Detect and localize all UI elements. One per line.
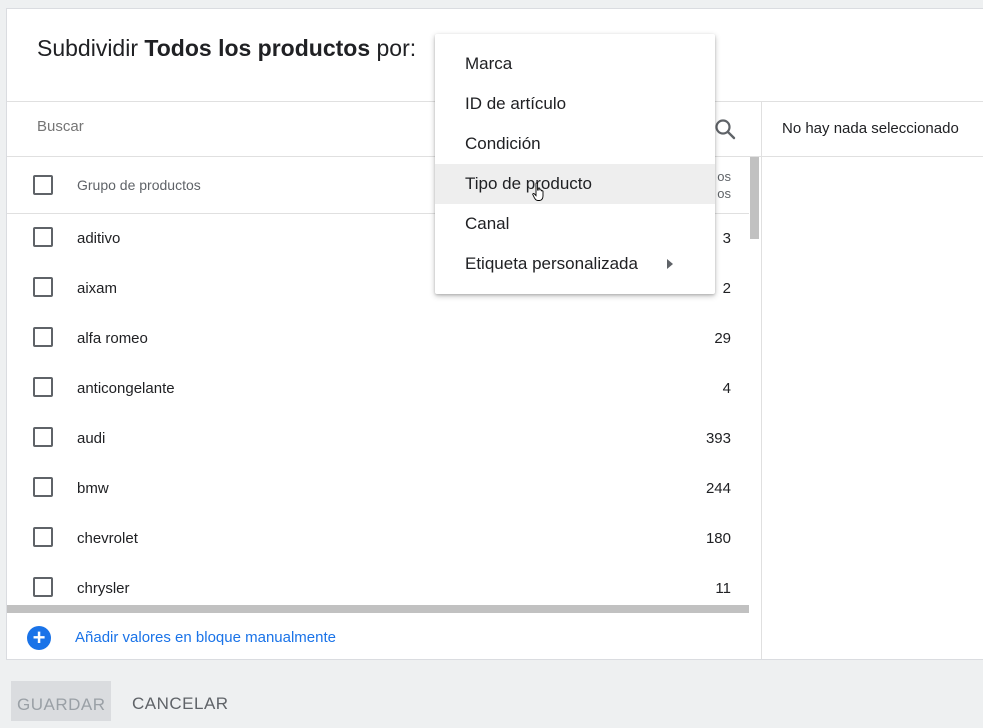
row-count: 3 [722,230,731,247]
row-name: bmw [77,480,109,497]
row-count: 393 [705,430,731,447]
title-bold: Todos los productos [144,35,371,61]
add-values-link[interactable]: Añadir valores en bloque manualmente [75,629,336,646]
row-name: aditivo [77,230,121,247]
header-count: os os [717,168,731,202]
plus-circle-icon[interactable]: + [27,626,51,650]
row-checkbox[interactable] [33,577,53,597]
header-count-line1: os [717,169,731,184]
panel-divider [761,101,762,659]
row-checkbox[interactable] [33,277,53,297]
vertical-scrollbar[interactable] [750,157,759,239]
table-row[interactable]: anticongelante 4 [7,364,749,414]
table-row[interactable]: chrysler 11 [7,564,749,604]
table-row[interactable]: bmw 244 [7,464,749,514]
row-checkbox[interactable] [33,327,53,347]
table-row[interactable]: alfa romeo 29 [7,314,749,364]
header-count-line2: os [717,186,731,201]
menu-item-canal[interactable]: Canal [435,204,715,244]
row-name: chevrolet [77,530,138,547]
row-name: alfa romeo [77,330,148,347]
row-name: audi [77,430,106,447]
row-checkbox[interactable] [33,427,53,447]
search-icon[interactable] [713,117,737,141]
chevron-right-icon [667,259,673,269]
row-name: anticongelante [77,380,175,397]
menu-item-id-articulo[interactable]: ID de artículo [435,84,715,124]
row-name: aixam [77,280,118,297]
row-checkbox[interactable] [33,377,53,397]
dialog-footer: GUARDAR CANCELAR [0,660,983,721]
horizontal-scrollbar[interactable] [7,605,749,613]
table-row[interactable]: chevrolet 180 [7,514,749,564]
selection-panel-header: No hay nada seleccionado [762,101,983,157]
dialog-title: Subdividir Todos los productos por: [37,35,416,62]
empty-selection-text: No hay nada seleccionado [782,120,959,137]
add-values-row: + Añadir valores en bloque manualmente [7,617,761,661]
title-prefix: Subdividir [37,35,145,61]
row-name: chrysler [77,580,130,597]
title-suffix: por: [370,35,417,61]
row-count: 2 [722,280,731,297]
header-product-group: Grupo de productos [77,177,201,193]
subdivide-by-menu: Marca ID de artículo Condición Tipo de p… [435,34,715,294]
save-button[interactable]: GUARDAR [11,681,111,721]
cancel-button[interactable]: CANCELAR [120,681,241,721]
row-checkbox[interactable] [33,477,53,497]
row-count: 29 [714,330,731,347]
menu-item-marca[interactable]: Marca [435,44,715,84]
menu-item-tipo-producto[interactable]: Tipo de producto [435,164,715,204]
row-checkbox[interactable] [33,527,53,547]
row-count: 180 [705,530,731,547]
select-all-checkbox[interactable] [33,175,53,195]
row-count: 244 [705,480,731,497]
row-count: 11 [715,580,731,597]
table-row[interactable]: audi 393 [7,414,749,464]
menu-item-etiqueta-personalizada[interactable]: Etiqueta personalizada [435,244,715,284]
menu-item-condicion[interactable]: Condición [435,124,715,164]
hand-cursor-icon [532,182,544,201]
row-count: 4 [722,380,731,397]
menu-item-label: Etiqueta personalizada [465,254,638,273]
row-checkbox[interactable] [33,227,53,247]
